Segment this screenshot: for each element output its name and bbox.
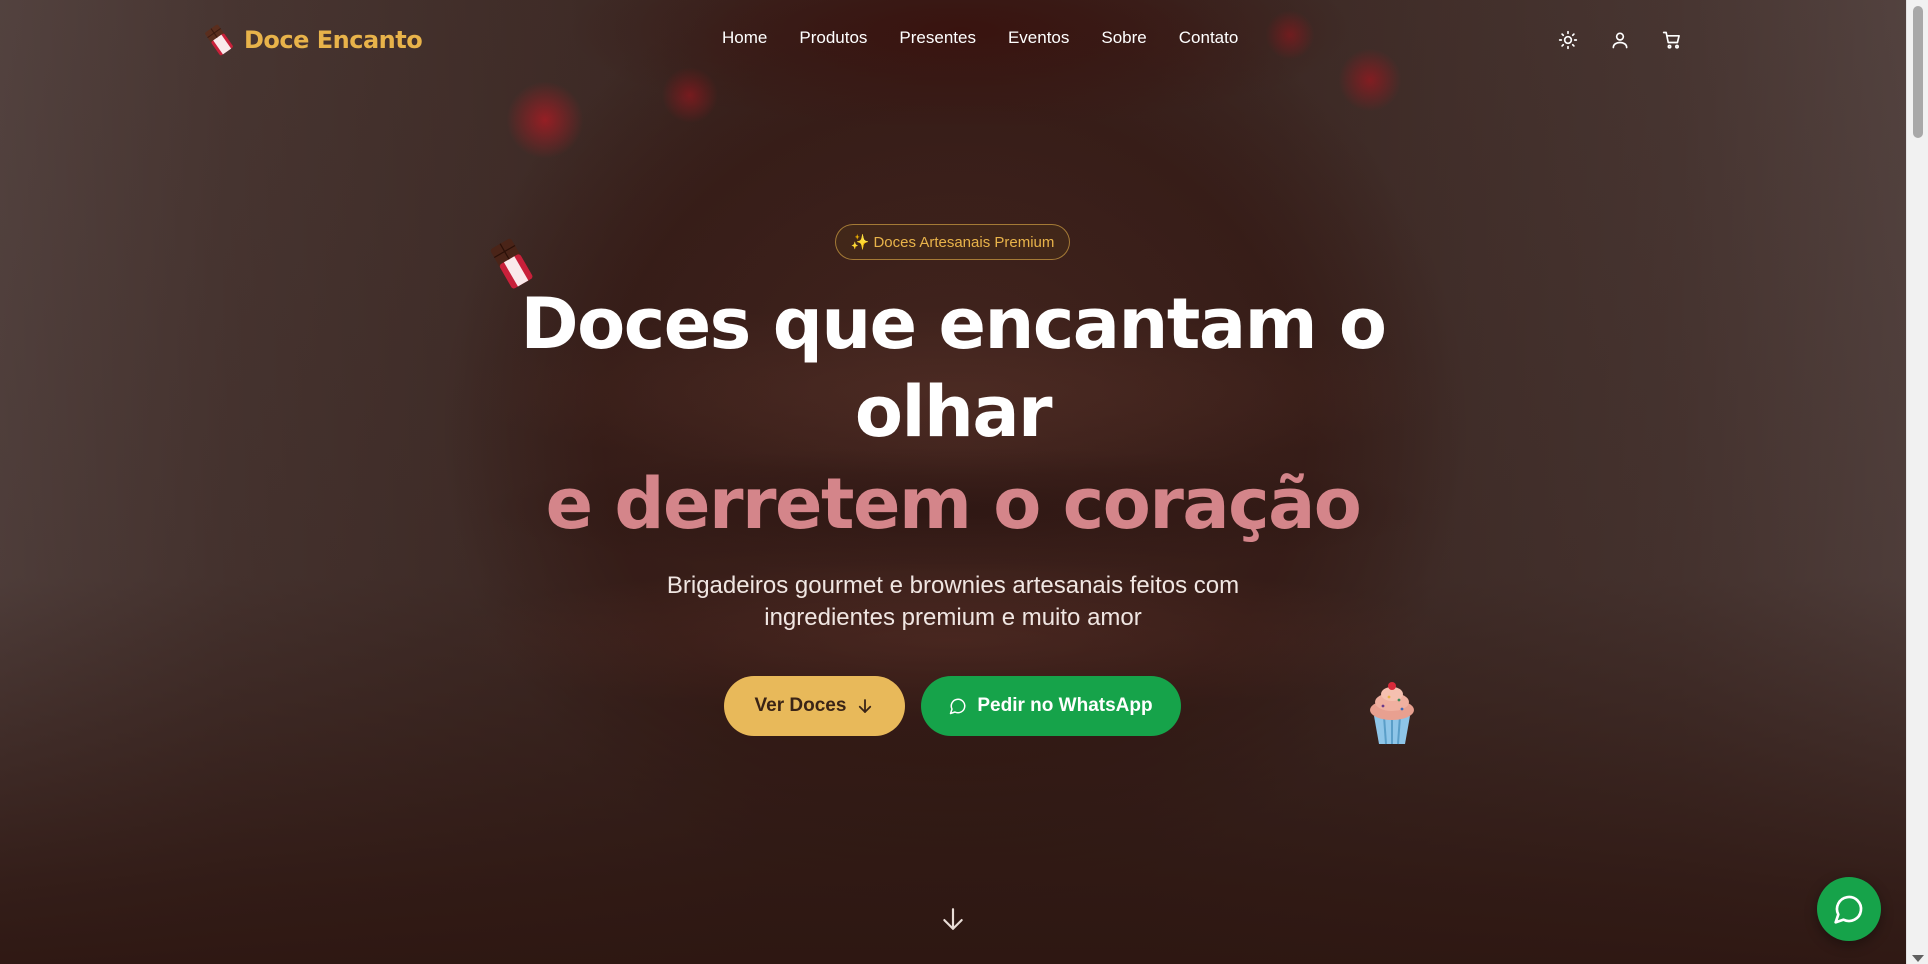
main-nav: Home Produtos Presentes Eventos Sobre Co… (722, 28, 1238, 52)
user-icon (1612, 32, 1628, 49)
hero-headline-accent: e derretem o coração (545, 463, 1362, 545)
brand-name: Doce Encanto (244, 26, 423, 54)
sun-icon (1558, 30, 1578, 50)
brand-logo[interactable]: Doce Encanto (202, 22, 423, 58)
scroll-down-button[interactable] (1912, 955, 1924, 962)
ver-doces-button[interactable]: Ver Doces (724, 676, 905, 736)
nav-sobre[interactable]: Sobre (1101, 28, 1146, 52)
cart-icon (1662, 31, 1680, 49)
whatsapp-order-button[interactable]: Pedir no WhatsApp (921, 676, 1181, 736)
cart-button[interactable] (1656, 24, 1688, 56)
chocolate-bar-icon (205, 24, 233, 56)
nav-produtos[interactable]: Produtos (799, 28, 867, 52)
hero-actions: Ver Doces Pedir no WhatsApp (724, 676, 1181, 736)
hero-headline: Doces que encantam o olhar (450, 280, 1456, 456)
scrollbar-thumb[interactable] (1913, 6, 1923, 138)
nav-contato[interactable]: Contato (1179, 28, 1239, 52)
theme-toggle-button[interactable] (1552, 24, 1584, 56)
site-header: Doce Encanto Home Produtos Presentes Eve… (0, 0, 1906, 80)
premium-badge: ✨ Doces Artesanais Premium (835, 224, 1070, 260)
page-scrollbar[interactable] (1906, 0, 1928, 964)
nav-eventos[interactable]: Eventos (1008, 28, 1069, 52)
scroll-down-arrow-icon[interactable] (940, 906, 966, 932)
account-button[interactable] (1604, 24, 1636, 56)
hero-subtitle: Brigadeiros gourmet e brownies artesanai… (600, 570, 1306, 634)
cupcake-icon (1370, 682, 1414, 745)
whatsapp-order-label: Pedir no WhatsApp (977, 695, 1153, 716)
chat-bubble-icon (1834, 895, 1863, 924)
ver-doces-label: Ver Doces (754, 695, 847, 716)
floating-whatsapp-button[interactable] (1817, 877, 1881, 941)
arrow-down-icon (859, 699, 872, 713)
nav-presentes[interactable]: Presentes (899, 28, 976, 52)
header-actions (1552, 24, 1688, 56)
nav-home[interactable]: Home (722, 28, 767, 52)
headline-line-1: Doces que encantam o (520, 283, 1387, 365)
subtitle-line-2: ingredientes premium e muito amor (764, 604, 1142, 631)
chat-bubble-icon (950, 698, 966, 715)
subtitle-line-1: Brigadeiros gourmet e brownies artesanai… (666, 572, 1240, 599)
headline-line-2: olhar (854, 371, 1053, 453)
